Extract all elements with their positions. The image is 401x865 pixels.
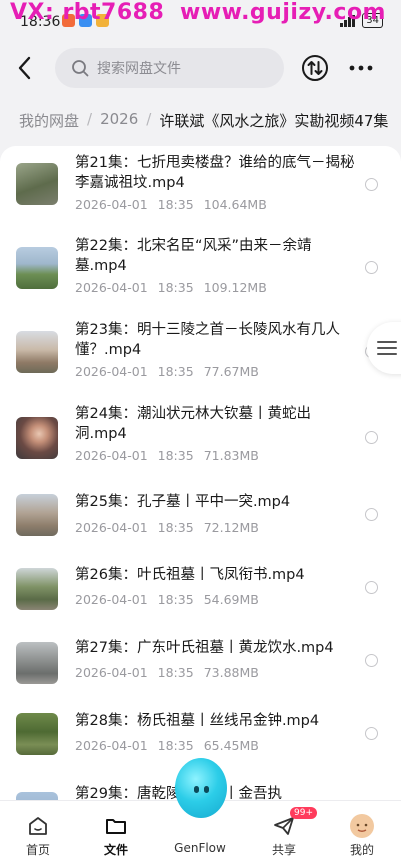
back-button[interactable] bbox=[12, 52, 40, 84]
nav-files[interactable]: 文件 bbox=[86, 813, 146, 858]
watermark: VX: rbt7688 www.gujizy.com bbox=[10, 0, 385, 25]
file-name: 第26集：叶氏祖墓丨飞凤衔书.mp4 bbox=[75, 567, 305, 583]
select-radio[interactable] bbox=[365, 654, 378, 667]
file-list: 第21集：七折甩卖楼盘？谁给的底气－揭秘李嘉诚祖坟.mp4 2026-04-01… bbox=[0, 146, 401, 864]
breadcrumb-current: 许联斌《风水之旅》实勘视频47集 bbox=[159, 112, 389, 130]
breadcrumb-root[interactable]: 我的网盘 bbox=[19, 110, 79, 131]
file-row[interactable]: 第21集：七折甩卖楼盘？谁给的底气－揭秘李嘉诚祖坟.mp4 2026-04-01… bbox=[0, 146, 401, 226]
file-row[interactable]: 第23集：明十三陵之首－长陵风水有几人懂？.mp4 2026-04-01 18:3… bbox=[0, 313, 401, 393]
search-placeholder: 搜索网盘文件 bbox=[97, 61, 181, 77]
breadcrumb-separator: / bbox=[87, 110, 93, 128]
more-dots-icon bbox=[349, 65, 373, 71]
share-badge: 99+ bbox=[290, 807, 317, 819]
file-meta: 2026-04-01 18:35 77.67MB bbox=[75, 364, 259, 379]
breadcrumb: 我的网盘 / 2026 / 许联斌《风水之旅》实勘视频47集 bbox=[19, 110, 388, 131]
file-meta: 2026-04-01 18:35 71.83MB bbox=[75, 448, 259, 463]
orb-eye bbox=[204, 786, 209, 793]
file-meta: 2026-04-01 18:35 54.69MB bbox=[75, 592, 259, 607]
video-thumbnail bbox=[16, 713, 58, 755]
breadcrumb-year[interactable]: 2026 bbox=[100, 110, 138, 131]
file-row[interactable]: 第22集：北宋名臣“风采”由来－余靖墓.mp4 2026-04-01 18:35 1… bbox=[0, 229, 401, 309]
more-button[interactable] bbox=[346, 53, 376, 83]
breadcrumb-separator: / bbox=[146, 110, 152, 128]
select-radio[interactable] bbox=[365, 508, 378, 521]
select-radio[interactable] bbox=[365, 581, 378, 594]
file-meta: 2026-04-01 18:35 104.64MB bbox=[75, 197, 267, 212]
file-row[interactable]: 第24集：潮汕状元林大钦墓丨黄蛇出洞.mp4 2026-04-01 18:35 71… bbox=[0, 397, 401, 477]
top-bar: 搜索网盘文件 bbox=[0, 36, 401, 100]
file-meta: 2026-04-01 18:35 73.88MB bbox=[75, 665, 259, 680]
search-input[interactable]: 搜索网盘文件 bbox=[55, 48, 284, 88]
video-thumbnail bbox=[16, 331, 58, 373]
file-name: 第27集：广东叶氏祖墓丨黄龙饮水.mp4 bbox=[75, 640, 334, 656]
orb-eye bbox=[194, 786, 199, 793]
video-thumbnail bbox=[16, 568, 58, 610]
chevron-left-icon bbox=[18, 56, 31, 80]
nav-mine[interactable]: 我的 bbox=[332, 813, 392, 858]
file-row[interactable]: 第27集：广东叶氏祖墓丨黄龙饮水.mp4 2026-04-01 18:35 73.8… bbox=[0, 626, 401, 706]
folder-icon bbox=[106, 819, 126, 834]
video-thumbnail bbox=[16, 417, 58, 459]
video-thumbnail bbox=[16, 247, 58, 289]
file-name: 第23集：明十三陵之首－长陵风水有几人懂？.mp4 bbox=[75, 322, 340, 358]
file-meta: 2026-04-01 18:35 109.12MB bbox=[75, 280, 267, 295]
sort-button[interactable] bbox=[300, 53, 330, 83]
select-radio[interactable] bbox=[365, 727, 378, 740]
nav-genflow-label: GenFlow bbox=[174, 841, 226, 855]
select-radio[interactable] bbox=[365, 261, 378, 274]
select-radio[interactable] bbox=[365, 178, 378, 191]
video-thumbnail bbox=[16, 642, 58, 684]
menu-lines-icon bbox=[377, 341, 397, 355]
nav-genflow[interactable]: GenFlow bbox=[170, 813, 230, 855]
nav-home[interactable]: 首页 bbox=[8, 813, 68, 858]
genflow-orb-icon[interactable] bbox=[175, 758, 227, 818]
video-thumbnail bbox=[16, 163, 58, 205]
file-name: 第28集：杨氏祖墓丨丝线吊金钟.mp4 bbox=[75, 713, 320, 729]
nav-home-label: 首页 bbox=[25, 843, 50, 857]
nav-files-label: 文件 bbox=[103, 843, 128, 857]
file-meta: 2026-04-01 18:35 65.45MB bbox=[75, 738, 259, 753]
file-name: 第24集：潮汕状元林大钦墓丨黄蛇出洞.mp4 bbox=[75, 406, 311, 442]
nav-share[interactable]: 99+ 共享 bbox=[254, 807, 317, 858]
home-icon bbox=[29, 817, 47, 835]
nav-mine-label: 我的 bbox=[349, 843, 374, 857]
avatar-icon bbox=[350, 814, 374, 838]
video-thumbnail bbox=[16, 494, 58, 536]
file-name: 第21集：七折甩卖楼盘？谁给的底气－揭秘李嘉诚祖坟.mp4 bbox=[75, 155, 355, 191]
select-radio[interactable] bbox=[365, 431, 378, 444]
file-row[interactable]: 第26集：叶氏祖墓丨飞凤衔书.mp4 2026-04-01 18:35 54.69M… bbox=[0, 553, 401, 633]
watermark-left: VX: rbt7688 bbox=[10, 0, 165, 25]
file-row[interactable]: 第25集：孔子墓丨平中一突.mp4 2026-04-01 18:35 72.12MB bbox=[0, 480, 401, 560]
file-name: 第22集：北宋名臣“风采”由来－余靖墓.mp4 bbox=[75, 238, 312, 274]
sort-icon bbox=[302, 55, 328, 81]
nav-share-label: 共享 bbox=[271, 843, 296, 857]
file-meta: 2026-04-01 18:35 72.12MB bbox=[75, 520, 259, 535]
file-name: 第25集：孔子墓丨平中一突.mp4 bbox=[75, 494, 291, 510]
watermark-right: www.gujizy.com bbox=[180, 0, 386, 25]
search-icon bbox=[72, 60, 89, 77]
